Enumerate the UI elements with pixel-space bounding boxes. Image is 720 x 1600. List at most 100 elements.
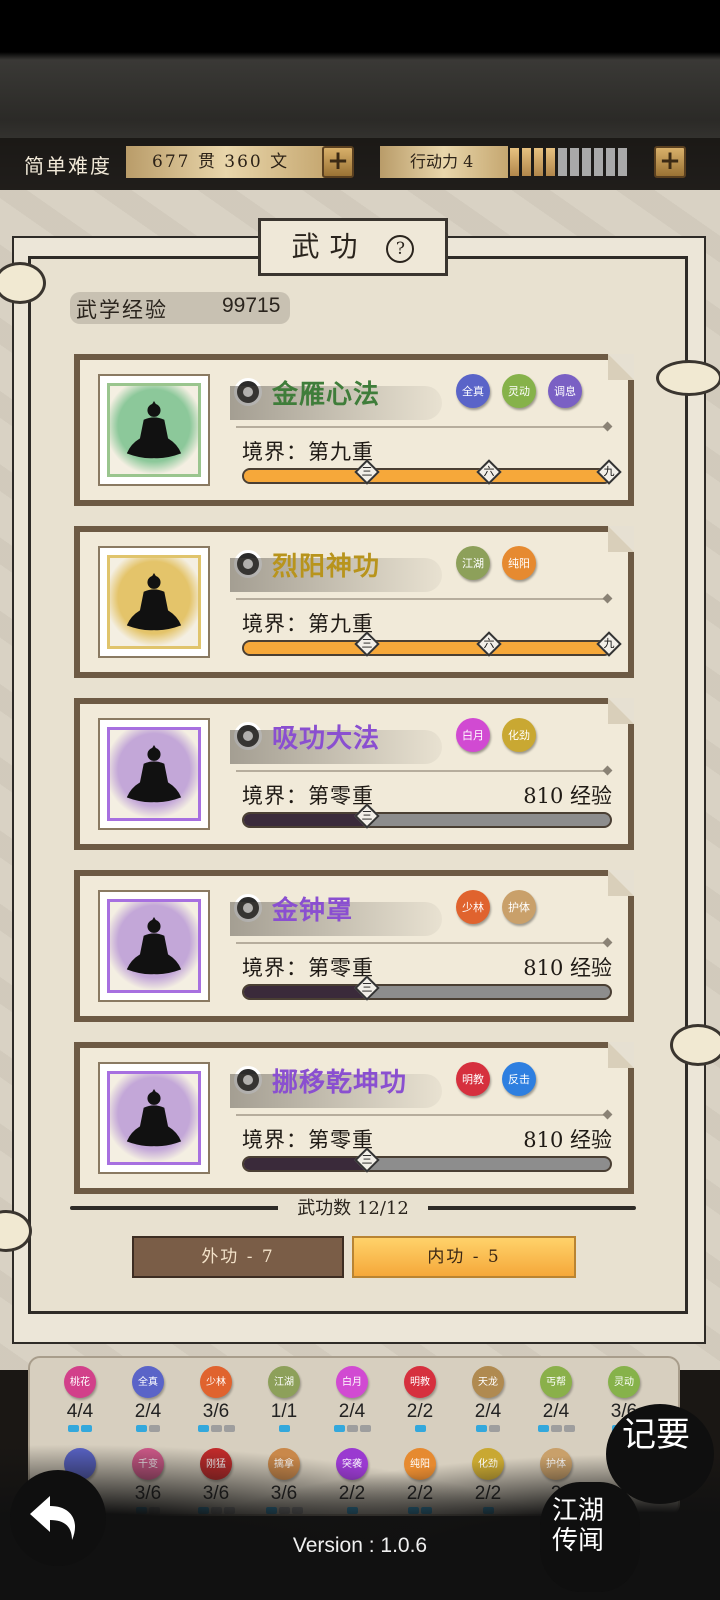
skill-progress-fill <box>244 1158 365 1170</box>
tab-inner-skills[interactable]: 内功 - 5 <box>352 1236 576 1278</box>
action-point-segment <box>510 148 519 176</box>
skill-name: 金钟罩 <box>272 896 354 926</box>
skill-portrait <box>98 1062 210 1174</box>
skill-exp-needed: 810 经验 <box>523 956 612 980</box>
skill-progress-bar <box>242 812 612 828</box>
skill-portrait <box>98 374 210 486</box>
skill-tag-badge[interactable]: 白月 <box>456 718 490 752</box>
skill-tag-badge[interactable]: 护体 <box>502 890 536 924</box>
skill-card[interactable]: 烈阳神功 江湖 纯阳境界：第九重三 六 九 <box>74 526 634 678</box>
school-badge: 全真 <box>132 1366 164 1398</box>
skill-tags: 全真 灵动 调息 <box>456 374 582 408</box>
realm-tick-label: 九 <box>603 465 615 478</box>
martial-exp-value: 99715 <box>222 294 281 317</box>
skill-name: 挪移乾坤功 <box>272 1068 408 1098</box>
skill-name: 金雁心法 <box>272 380 381 410</box>
meditating-figure-icon <box>126 1088 182 1147</box>
portrait-frame <box>107 899 201 993</box>
skill-exp-needed: 810 经验 <box>523 1128 612 1152</box>
school-badge: 江湖 <box>268 1366 300 1398</box>
school-badge: 灵动 <box>608 1366 640 1398</box>
skill-card[interactable]: 挪移乾坤功 明教 反击境界：第零重 810 经验三 <box>74 1042 634 1194</box>
skill-tags: 白月 化劲 <box>456 718 536 752</box>
realm-tick-label: 三 <box>361 637 373 650</box>
skill-portrait <box>98 890 210 1002</box>
skill-card[interactable]: 金钟罩 少林 护体 境界：第零重 810 经验三 <box>74 870 634 1022</box>
add-money-button[interactable]: + <box>322 146 354 178</box>
skill-name: 吸功大法 <box>272 724 381 754</box>
help-icon[interactable]: ? <box>386 234 415 263</box>
action-points-label: 行动力 4 <box>380 146 508 178</box>
skill-progress-fill <box>244 470 610 482</box>
skill-tags: 明教 反击 <box>456 1062 536 1096</box>
tab-outer-skills[interactable]: 外功 - 7 <box>132 1236 344 1278</box>
skill-tag-badge[interactable]: 纯阳 <box>502 546 536 580</box>
action-point-segment <box>546 148 555 176</box>
skill-card[interactable]: 金雁心法 全真 灵动 调息境界：第九重三 六 九 <box>74 354 634 506</box>
meditating-figure-icon <box>126 572 182 631</box>
portrait-frame <box>107 555 201 649</box>
martial-exp-label: 武学经验 <box>76 298 168 322</box>
action-point-segment <box>582 148 591 176</box>
skill-progress-fill <box>244 814 365 826</box>
skill-tag-badge[interactable]: 灵动 <box>502 374 536 408</box>
card-divider <box>236 598 608 600</box>
portrait-frame <box>107 383 201 477</box>
cloud-ornament-top-right <box>656 360 720 396</box>
skill-progress-bar <box>242 1156 612 1172</box>
realm-tick-label: 六 <box>483 465 495 478</box>
skill-tag-badge[interactable]: 反击 <box>502 1062 536 1096</box>
skill-count: 武功数 12/12 <box>278 1194 428 1220</box>
skill-name: 烈阳神功 <box>272 552 381 582</box>
cloud-ornament-right <box>670 1024 720 1066</box>
skill-portrait <box>98 546 210 658</box>
skill-tag-badge[interactable]: 化劲 <box>502 718 536 752</box>
action-point-segment <box>522 148 531 176</box>
panel-title-text: 武功 <box>291 230 368 263</box>
money-display: 677 贯 360 文 <box>126 146 326 178</box>
realm-tick-label: 六 <box>483 637 495 650</box>
skill-tag-badge[interactable]: 调息 <box>548 374 582 408</box>
card-divider <box>236 426 608 428</box>
panel-title: 武功 ? <box>258 218 448 276</box>
skill-progress-bar <box>242 984 612 1000</box>
meditating-figure-icon <box>126 400 182 459</box>
skill-tag-badge[interactable]: 明教 <box>456 1062 490 1096</box>
realm-tick-label: 三 <box>361 1153 373 1166</box>
realm-tick-label: 九 <box>603 637 615 650</box>
school-badge: 明教 <box>404 1366 436 1398</box>
school-badge: 少林 <box>200 1366 232 1398</box>
skill-tag-badge[interactable]: 江湖 <box>456 546 490 580</box>
skill-realm: 境界：第零重 <box>242 1128 374 1152</box>
skill-portrait <box>98 718 210 830</box>
school-badge: 天龙 <box>472 1366 504 1398</box>
skill-progress-bar <box>242 640 612 656</box>
skill-progress-fill <box>244 986 365 998</box>
skill-tags: 江湖 纯阳 <box>456 546 536 580</box>
realm-tick-label: 三 <box>361 809 373 822</box>
skill-realm: 境界：第九重 <box>242 612 374 636</box>
version-text: Version : 1.0.6 <box>292 1534 428 1557</box>
skill-exp-needed: 810 经验 <box>523 784 612 808</box>
skill-progress-fill <box>244 642 610 654</box>
memo-label: 记要 <box>622 1415 690 1455</box>
add-action-button[interactable]: + <box>654 146 686 178</box>
card-divider <box>236 942 608 944</box>
realm-tick-label: 三 <box>361 465 373 478</box>
skill-tag-badge[interactable]: 全真 <box>456 374 490 408</box>
skill-realm: 境界：第九重 <box>242 440 374 464</box>
skill-tag-badge[interactable]: 少林 <box>456 890 490 924</box>
card-divider <box>236 1114 608 1116</box>
portrait-frame <box>107 1071 201 1165</box>
meditating-figure-icon <box>126 744 182 803</box>
action-point-segment <box>558 148 567 176</box>
skill-card[interactable]: 吸功大法 白月 化劲 境界：第零重 810 经验三 <box>74 698 634 850</box>
action-point-segment <box>570 148 579 176</box>
action-point-segment <box>534 148 543 176</box>
skill-progress-bar <box>242 468 612 484</box>
realm-tick-label: 三 <box>361 981 373 994</box>
meditating-figure-icon <box>126 916 182 975</box>
school-badge: 丐帮 <box>540 1366 572 1398</box>
action-points-meter <box>510 148 627 176</box>
card-divider <box>236 770 608 772</box>
